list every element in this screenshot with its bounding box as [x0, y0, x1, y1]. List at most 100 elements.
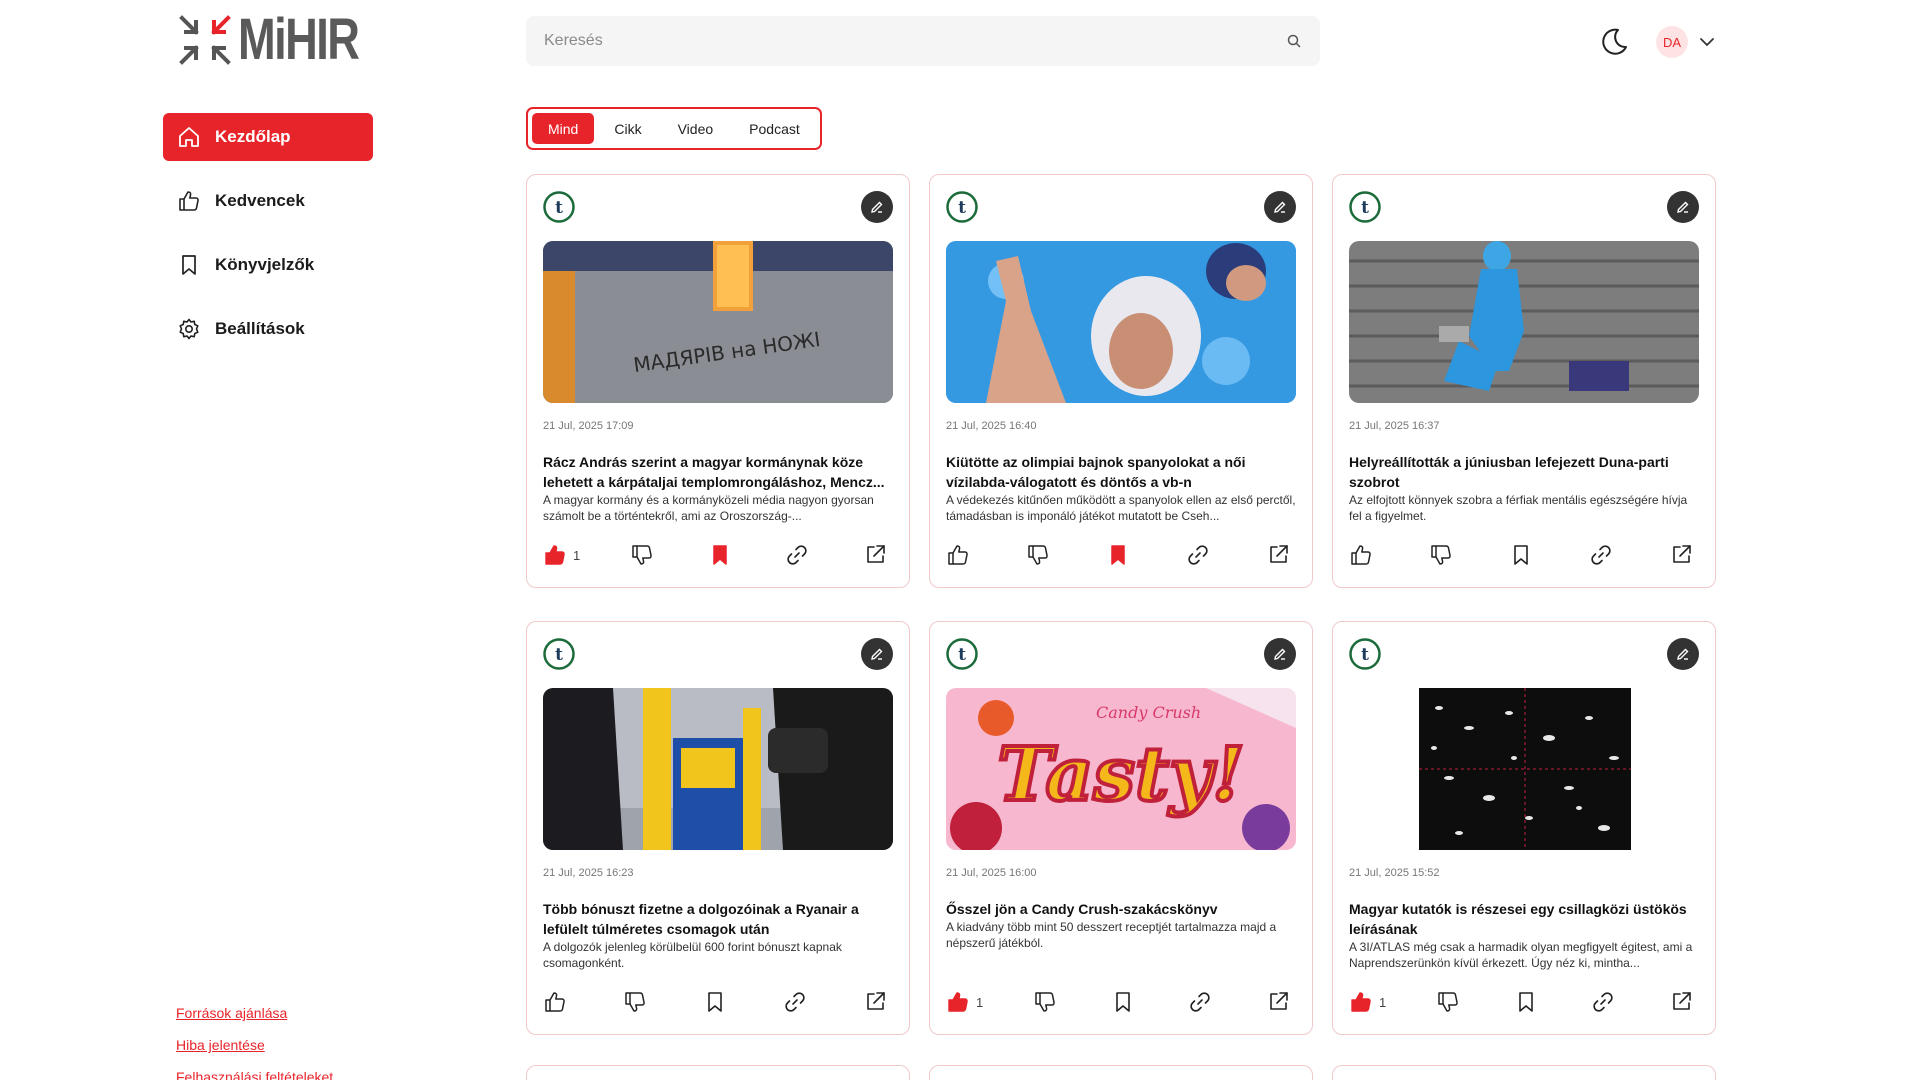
like-button[interactable]: 1	[543, 543, 580, 567]
tab-article[interactable]: Cikk	[598, 113, 657, 144]
like-button[interactable]	[1349, 543, 1377, 567]
copy-link-button[interactable]	[1591, 990, 1619, 1014]
edit-icon	[1677, 648, 1689, 660]
open-external-button[interactable]	[863, 543, 891, 567]
article-title[interactable]: Rácz András szerint a magyar kormánynak …	[543, 452, 895, 492]
tab-podcast[interactable]: Podcast	[733, 113, 816, 144]
dislike-button[interactable]	[1033, 990, 1061, 1014]
sidebar-item-home[interactable]: Kezdőlap	[163, 113, 373, 161]
svg-text:t: t	[1361, 645, 1369, 665]
edit-button[interactable]	[861, 638, 893, 670]
logo[interactable]: MiHIR	[178, 11, 392, 69]
bookmark-button[interactable]	[703, 990, 731, 1014]
article-actions: 1	[1349, 987, 1701, 1017]
like-button[interactable]	[543, 990, 571, 1014]
article-thumbnail[interactable]	[1349, 241, 1699, 403]
tab-all[interactable]: Mind	[532, 113, 595, 144]
copy-link-button[interactable]	[1186, 543, 1214, 567]
dislike-button[interactable]	[1026, 543, 1054, 567]
copy-link-button[interactable]	[1188, 990, 1216, 1014]
edit-button[interactable]	[861, 191, 893, 223]
open-external-button[interactable]	[863, 990, 891, 1014]
sidebar-item-settings[interactable]: Beállítások	[163, 305, 373, 353]
bookmark-button[interactable]	[1514, 990, 1542, 1014]
bookmark-icon	[708, 992, 722, 1012]
like-count: 1	[1379, 994, 1387, 1010]
tab-video[interactable]: Video	[662, 113, 730, 144]
article-thumbnail[interactable]: Tasty! Candy Crush	[946, 688, 1296, 850]
dislike-button[interactable]	[1429, 543, 1457, 567]
thumbs-up-icon	[545, 992, 565, 1012]
article-date: 21 Jul, 2025 16:00	[946, 867, 1037, 879]
like-button[interactable]	[946, 543, 974, 567]
open-external-button[interactable]	[1266, 543, 1294, 567]
article-card-partial[interactable]	[1332, 1065, 1716, 1080]
bookmark-icon	[1514, 545, 1528, 565]
open-external-button[interactable]	[1669, 543, 1697, 567]
open-external-button[interactable]	[1669, 990, 1697, 1014]
source-logo-icon: t	[946, 191, 978, 223]
thumbs-up-icon	[179, 191, 199, 211]
bookmark-button[interactable]	[1111, 990, 1139, 1014]
article-description: A magyar kormány és a kormányközeli médi…	[543, 493, 874, 523]
terms-of-use-link[interactable]: Felhasználási feltételeket	[176, 1069, 333, 1080]
bookmark-button[interactable]	[1509, 543, 1537, 567]
article-thumbnail[interactable]: МАДЯРІВ на НОЖІ	[543, 241, 893, 403]
edit-button[interactable]	[1667, 638, 1699, 670]
avatar[interactable]: DA	[1656, 26, 1688, 58]
source-logo-icon: t	[543, 191, 575, 223]
edit-button[interactable]	[1264, 191, 1296, 223]
article-card[interactable]: t МАДЯРІВ на НОЖІ 21 Jul, 2025 17:09 Rác…	[526, 174, 910, 588]
article-description: A védekezés kitűnően működött a spanyolo…	[946, 493, 1296, 523]
article-card[interactable]: t 21 Jul, 2025 16:23 Több bónuszt fizetn…	[526, 621, 910, 1035]
search-icon[interactable]	[1286, 33, 1302, 49]
open-external-button[interactable]	[1266, 990, 1294, 1014]
link-icon	[785, 992, 805, 1012]
article-thumbnail[interactable]	[543, 688, 893, 850]
dislike-button[interactable]	[630, 543, 658, 567]
article-card-partial[interactable]	[526, 1065, 910, 1080]
external-link-icon	[1673, 545, 1691, 563]
article-card-partial[interactable]	[929, 1065, 1313, 1080]
like-button[interactable]: 1	[1349, 990, 1386, 1014]
article-card[interactable]: t 21 Jul, 2025 15:52 Magyar kutatók is r…	[1332, 621, 1716, 1035]
like-button[interactable]: 1	[946, 990, 983, 1014]
article-thumbnail[interactable]	[946, 241, 1296, 403]
article-title[interactable]: Ősszel jön a Candy Crush-szakácskönyv	[946, 899, 1298, 919]
thumbs-up-icon	[1351, 545, 1371, 565]
sidebar-item-label: Kedvencek	[215, 191, 305, 210]
recommend-sources-link[interactable]: Források ajánlása	[176, 1005, 333, 1021]
edit-button[interactable]	[1264, 638, 1296, 670]
source-logo-icon: t	[543, 638, 575, 670]
article-card[interactable]: t 21 Jul, 2025 16:37 Helyreállították a …	[1332, 174, 1716, 588]
report-bug-link[interactable]: Hiba jelentése	[176, 1037, 333, 1053]
article-card[interactable]: t Tasty! Candy Crush 21 Jul, 2025 16:00 …	[929, 621, 1313, 1035]
article-thumbnail[interactable]	[1349, 688, 1699, 850]
bookmark-button[interactable]	[1106, 543, 1134, 567]
dislike-button[interactable]	[1436, 990, 1464, 1014]
edit-button[interactable]	[1667, 191, 1699, 223]
thumbs-up-icon	[948, 992, 968, 1012]
copy-link-button[interactable]	[783, 990, 811, 1014]
article-actions	[543, 987, 895, 1017]
thumbs-down-icon	[1431, 545, 1451, 565]
article-card[interactable]: t 21 Jul, 2025 16:40 Kiütötte az olimpia…	[929, 174, 1313, 588]
chevron-down-icon[interactable]	[1697, 32, 1717, 52]
sidebar-item-favorites[interactable]: Kedvencek	[163, 177, 373, 225]
svg-text:Candy Crush: Candy Crush	[1096, 703, 1201, 722]
article-title[interactable]: Magyar kutatók is részesei egy csillagkö…	[1349, 899, 1701, 939]
search-input[interactable]	[544, 32, 1286, 50]
sidebar-item-bookmarks[interactable]: Könyvjelzők	[163, 241, 373, 289]
article-description: Az elfojtott könnyek szobra a férfiak me…	[1349, 493, 1688, 523]
copy-link-button[interactable]	[1589, 543, 1617, 567]
article-title[interactable]: Több bónuszt fizetne a dolgozóinak a Rya…	[543, 899, 895, 939]
article-title[interactable]: Helyreállították a júniusban lefejezett …	[1349, 452, 1701, 492]
copy-link-button[interactable]	[785, 543, 813, 567]
blue-statue-on-steps-image	[1349, 241, 1699, 403]
svg-text:t: t	[555, 198, 563, 218]
svg-text:Tasty!: Tasty!	[997, 732, 1244, 818]
dislike-button[interactable]	[623, 990, 651, 1014]
bookmark-button[interactable]	[708, 543, 736, 567]
article-title[interactable]: Kiütötte az olimpiai bajnok spanyolokat …	[946, 452, 1298, 492]
dark-mode-moon-icon[interactable]	[1598, 26, 1630, 58]
